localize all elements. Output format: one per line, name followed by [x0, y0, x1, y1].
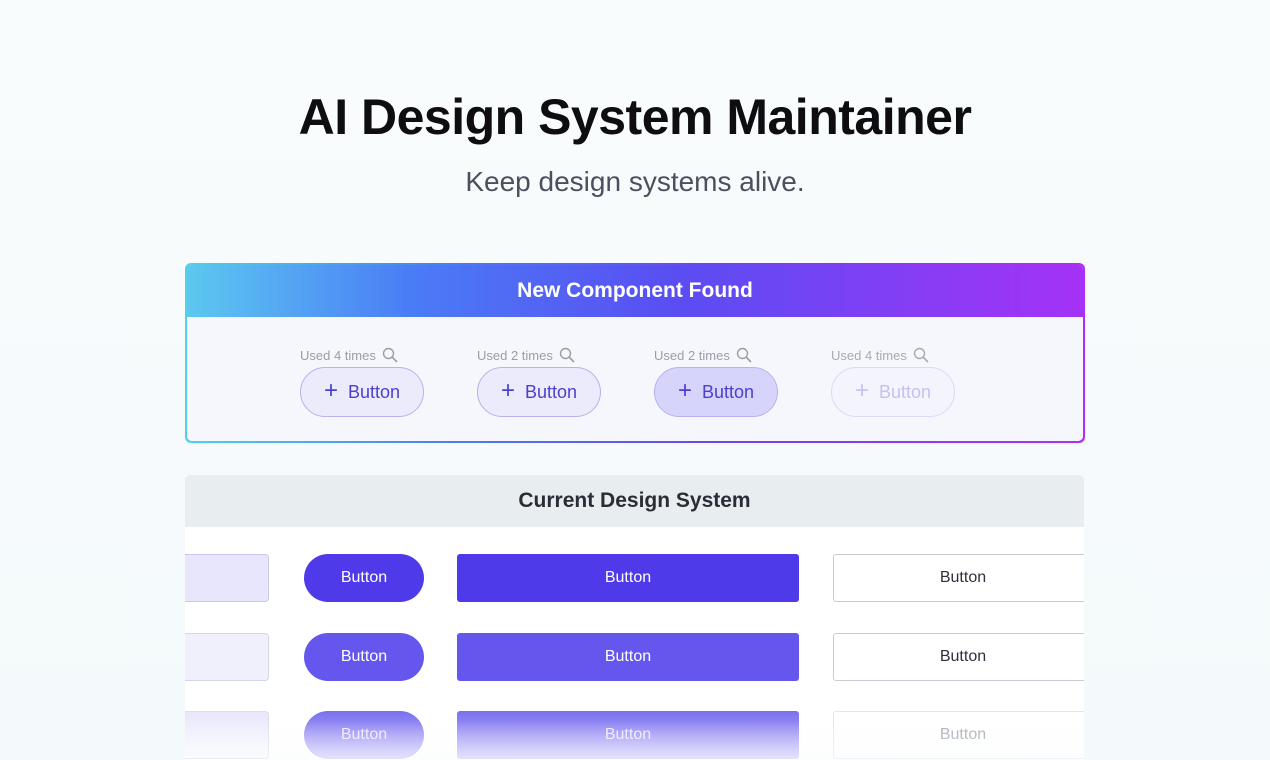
candidate-component: Used 2 times + Button [654, 347, 784, 417]
usage-count: Used 4 times [300, 347, 376, 363]
candidate-button-label: Button [524, 381, 578, 402]
button-variant-row: Button Button Button [185, 711, 1084, 759]
button-variant-row: Button Button Button [185, 554, 1084, 602]
page-subtitle: Keep design systems alive. [465, 166, 805, 197]
plus-icon: + [323, 377, 338, 404]
button-variant-row: Button Button Button [185, 633, 1084, 681]
usage-info: Used 2 times [477, 347, 607, 363]
usage-info: Used 4 times [831, 347, 961, 363]
wide-button[interactable]: Button [457, 633, 799, 681]
new-component-body: Used 4 times + Button Used 2 times + But… [187, 317, 1083, 441]
candidate-button[interactable]: + Button [477, 367, 601, 417]
candidate-button-label: Button [701, 381, 755, 402]
candidate-button[interactable]: + Button [831, 367, 955, 417]
page: AI Design System Maintainer Keep design … [0, 0, 1270, 760]
pill-button[interactable]: Button [304, 554, 424, 602]
outline-button[interactable]: Button [833, 554, 1084, 602]
candidate-button[interactable]: + Button [654, 367, 778, 417]
current-system-header: Current Design System [185, 475, 1084, 527]
current-system-body: Button Button Button Button Button Butto… [185, 527, 1084, 760]
plus-icon: + [854, 377, 869, 404]
search-icon[interactable] [382, 347, 398, 363]
button-swatch[interactable] [185, 633, 269, 681]
pill-button[interactable]: Button [304, 633, 424, 681]
outline-button[interactable]: Button [833, 633, 1084, 681]
pill-button[interactable]: Button [304, 711, 424, 759]
button-swatch[interactable] [185, 554, 269, 602]
plus-icon: + [677, 377, 692, 404]
candidate-button-label: Button [878, 381, 932, 402]
new-component-card: New Component Found Used 4 times + Butto… [185, 263, 1085, 443]
outline-button[interactable]: Button [833, 711, 1084, 759]
candidate-button[interactable]: + Button [300, 367, 424, 417]
usage-count: Used 2 times [477, 347, 553, 363]
candidate-button-label: Button [347, 381, 401, 402]
new-component-header: New Component Found [187, 265, 1083, 317]
plus-icon: + [500, 377, 515, 404]
candidate-component: Used 4 times + Button [831, 347, 961, 417]
page-title: AI Design System Maintainer [298, 89, 972, 145]
wide-button[interactable]: Button [457, 554, 799, 602]
usage-info: Used 4 times [300, 347, 430, 363]
search-icon[interactable] [559, 347, 575, 363]
candidate-component: Used 4 times + Button [300, 347, 430, 417]
candidate-component: Used 2 times + Button [477, 347, 607, 417]
usage-count: Used 2 times [654, 347, 730, 363]
outline-button-label: Button [939, 569, 987, 586]
current-design-system-card: Current Design System Button Button Butt… [185, 475, 1084, 760]
search-icon[interactable] [913, 347, 929, 363]
usage-info: Used 2 times [654, 347, 784, 363]
outline-button-label: Button [939, 726, 987, 743]
wide-button[interactable]: Button [457, 711, 799, 759]
usage-count: Used 4 times [831, 347, 907, 363]
button-swatch[interactable] [185, 711, 269, 759]
search-icon[interactable] [736, 347, 752, 363]
outline-button-label: Button [939, 648, 987, 665]
